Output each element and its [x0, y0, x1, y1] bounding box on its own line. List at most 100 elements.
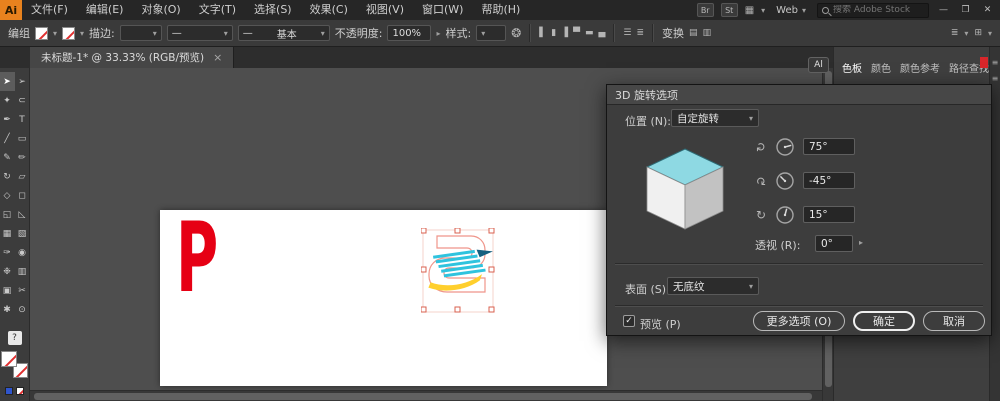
blend-tool[interactable]: ◉	[15, 243, 30, 262]
app-logo-icon[interactable]: Ai	[0, 0, 22, 20]
style-select[interactable]: ▾	[476, 25, 507, 41]
type-tool[interactable]: T	[15, 110, 30, 129]
artboard-tool[interactable]: ▣	[0, 281, 15, 300]
ai-panel-badge[interactable]: Al	[808, 57, 829, 73]
chevron-down-icon[interactable]: ▾	[964, 29, 968, 38]
color-button[interactable]	[5, 387, 13, 395]
slice-tool[interactable]: ✂	[15, 281, 30, 300]
rotated-stripe-art[interactable]	[424, 247, 497, 293]
tab-swatches[interactable]: 色板	[842, 60, 862, 75]
menu-file[interactable]: 文件(F)	[22, 0, 77, 20]
minimize-button[interactable]: —	[936, 0, 951, 20]
document-tab[interactable]: 未标题-1* @ 33.33% (RGB/预览) ×	[30, 47, 235, 68]
close-button[interactable]: ✕	[980, 0, 995, 20]
menu-view[interactable]: 视图(V)	[357, 0, 413, 20]
menu-window[interactable]: 窗口(W)	[413, 0, 472, 20]
paintbrush-tool[interactable]: ✎	[0, 148, 15, 167]
artboard[interactable]: P	[160, 210, 607, 386]
magic-wand-tool[interactable]: ✦	[0, 91, 15, 110]
selected-artwork[interactable]	[421, 228, 497, 316]
width-profile-select[interactable]: — ▾	[166, 25, 233, 41]
align-middle-icon[interactable]: ▬	[585, 25, 594, 41]
lasso-tool[interactable]: ⊂	[15, 91, 30, 110]
perspective-chevron-icon[interactable]: ▸	[859, 238, 863, 247]
opacity-field[interactable]: 100%	[387, 25, 432, 41]
none-button[interactable]	[16, 387, 24, 395]
arrange-icon[interactable]: ▤	[689, 25, 698, 41]
collapse-panel-icon[interactable]: ≡	[992, 59, 999, 67]
align-center-h-icon[interactable]: ▮	[551, 25, 556, 41]
restore-button[interactable]: ❐	[958, 0, 973, 20]
horizontal-scrollbar-thumb[interactable]	[34, 393, 812, 400]
fill-color-swatch[interactable]	[35, 26, 48, 40]
shape-builder-tool[interactable]: ◱	[0, 205, 15, 224]
track-cube[interactable]	[635, 137, 735, 237]
rotate-tool[interactable]: ↻	[0, 167, 15, 186]
preview-checkbox[interactable]: ✓	[623, 315, 635, 327]
surface-select[interactable]: 无底纹 ▾	[667, 277, 759, 295]
distribute-icon[interactable]: ☰	[623, 25, 631, 41]
bridge-icon[interactable]: Br	[696, 3, 714, 17]
menu-edit[interactable]: 编辑(E)	[77, 0, 133, 20]
stroke-color-swatch[interactable]	[62, 26, 76, 40]
menu-type[interactable]: 文字(T)	[190, 0, 245, 20]
scale-tool[interactable]: ▱	[15, 167, 30, 186]
align-left-icon[interactable]: ▌	[539, 25, 546, 41]
more-options-button[interactable]: 更多选项 (O)	[753, 311, 845, 331]
horizontal-scrollbar[interactable]	[30, 390, 822, 401]
align-right-icon[interactable]: ▐	[561, 25, 568, 41]
dialog-titlebar[interactable]: 3D 旋转选项	[607, 85, 991, 105]
opacity-arrow-icon[interactable]: ▸	[436, 29, 440, 38]
free-transform-tool[interactable]: ◻	[15, 186, 30, 205]
menu-object[interactable]: 对象(O)	[132, 0, 189, 20]
direct-selection-tool[interactable]: ➢	[15, 72, 30, 91]
grid-icon[interactable]: ⊞	[974, 25, 982, 41]
fill-indicator[interactable]	[1, 351, 17, 367]
perspective-field[interactable]: 0°	[815, 235, 853, 252]
ok-button[interactable]: 确定	[853, 311, 915, 331]
isolate-icon[interactable]: ▥	[703, 25, 712, 41]
recolor-artwork-icon[interactable]: ❂	[511, 25, 521, 41]
layout-chevron-icon[interactable]: ▾	[761, 6, 765, 15]
perspective-grid-tool[interactable]: ◺	[15, 205, 30, 224]
transform-label[interactable]: 变换	[662, 25, 684, 41]
rectangle-tool[interactable]: ▭	[15, 129, 30, 148]
swatch-red-icon[interactable]	[980, 57, 988, 68]
gradient-tool[interactable]: ▧	[15, 224, 30, 243]
menu-help[interactable]: 帮助(H)	[472, 0, 529, 20]
pencil-tool[interactable]: ✏	[15, 148, 30, 167]
unknown-tool-icon[interactable]: ?	[7, 331, 22, 345]
mesh-tool[interactable]: ▦	[0, 224, 15, 243]
align-bottom-icon[interactable]: ▄	[599, 25, 606, 41]
panel-menu-icon[interactable]: ≣	[951, 25, 959, 41]
stroke-width-select[interactable]: ▾	[119, 25, 162, 41]
selection-tool[interactable]: ➤	[0, 72, 15, 91]
width-tool[interactable]: ◇	[0, 186, 15, 205]
rotate-x-dial[interactable]	[775, 137, 795, 157]
tab-color-guide[interactable]: 颜色参考	[900, 60, 940, 75]
distribute-spacing-icon[interactable]: ≣	[637, 25, 645, 41]
brush-definition-select[interactable]: — 基本 ▾	[237, 25, 330, 41]
pen-tool[interactable]: ✒	[0, 110, 15, 129]
position-select[interactable]: 自定旋转 ▾	[671, 109, 759, 127]
workspace-switcher[interactable]: Web ▾	[772, 5, 810, 16]
rotate-z-dial[interactable]	[775, 205, 795, 225]
zoom-tool[interactable]: ⊙	[15, 300, 30, 319]
rotate-x-field[interactable]: 75°	[803, 138, 855, 155]
chevron-down-icon[interactable]: ▾	[988, 29, 992, 38]
cancel-button[interactable]: 取消	[923, 311, 985, 331]
rotate-z-field[interactable]: 15°	[803, 206, 855, 223]
symbol-sprayer-tool[interactable]: ❉	[0, 262, 15, 281]
menu-effect[interactable]: 效果(C)	[301, 0, 357, 20]
rotate-y-dial[interactable]	[775, 171, 795, 191]
layout-icon[interactable]: ▦	[745, 5, 754, 16]
stock-search[interactable]	[817, 2, 929, 18]
search-input[interactable]	[833, 5, 924, 15]
tab-color[interactable]: 颜色	[871, 60, 891, 75]
column-graph-tool[interactable]: ▥	[15, 262, 30, 281]
hand-tool[interactable]: ✱	[0, 300, 15, 319]
rotate-y-field[interactable]: -45°	[803, 172, 855, 189]
eyedropper-tool[interactable]: ✑	[0, 243, 15, 262]
stock-icon[interactable]: St	[720, 3, 738, 17]
line-segment-tool[interactable]: ╱	[0, 129, 15, 148]
